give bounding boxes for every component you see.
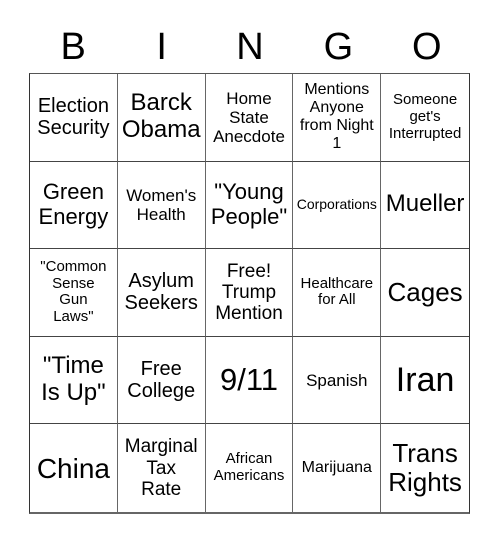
cell-text: Cages [387, 276, 463, 307]
cell-text: Someone get's Interrupted [388, 91, 462, 142]
bingo-cell[interactable]: Barck Obama [117, 74, 206, 162]
bingo-cell[interactable]: China [30, 424, 118, 512]
bingo-cell[interactable]: Healthcare for All [293, 249, 382, 337]
bingo-board: Election Security Barck Obama Home State… [29, 73, 470, 514]
cell-text: Marijuana [301, 459, 372, 477]
cell-text: "Common Sense Gun Laws" [40, 257, 107, 326]
bingo-cell[interactable]: Green Energy [30, 161, 118, 250]
bingo-header: B I N G O [29, 22, 471, 72]
bingo-cell[interactable]: Someone get's Interrupted [381, 74, 469, 162]
bingo-cell[interactable]: "Time Is Up" [30, 336, 118, 425]
bingo-cell[interactable]: Mentions Anyone from Night 1 [293, 74, 382, 162]
cell-text: China [36, 452, 110, 484]
cell-text: "Young People" [210, 179, 288, 229]
cell-text: Green Energy [38, 179, 109, 229]
bingo-cell[interactable]: "Common Sense Gun Laws" [30, 249, 118, 337]
cell-text: Marginal Tax Rate [124, 436, 198, 500]
bingo-cell[interactable]: Women's Health [117, 161, 206, 250]
cell-text: 9/11 [219, 361, 279, 397]
cell-text: Women's Health [126, 185, 197, 224]
header-letter-i: I [156, 26, 167, 68]
cell-text: Free! Trump Mention [215, 260, 283, 325]
header-letter-n: N [236, 26, 264, 68]
cell-text: Barck Obama [121, 89, 201, 144]
bingo-cell[interactable]: Marginal Tax Rate [118, 424, 206, 512]
header-letter-g: G [323, 26, 354, 68]
cell-text: Home State Anecdote [213, 88, 285, 146]
bingo-cell[interactable]: Home State Anecdote [205, 74, 294, 162]
bingo-cell[interactable]: Asylum Seekers [117, 249, 206, 337]
cell-text: African Americans [213, 450, 285, 485]
cell-text: Healthcare for All [300, 274, 374, 309]
cell-text: Election Security [37, 94, 110, 140]
cell-text: Corporations [296, 196, 377, 213]
cell-text: Spanish [306, 370, 368, 390]
cell-text: Mentions Anyone from Night 1 [299, 81, 374, 153]
bingo-cell[interactable]: Trans Rights [381, 424, 469, 512]
bingo-cell[interactable]: Corporations [293, 161, 382, 250]
bingo-cell[interactable]: Mueller [381, 162, 469, 250]
bingo-cell[interactable]: Iran [381, 337, 469, 425]
header-letter-b: B [60, 26, 86, 68]
cell-text: Trans Rights [388, 438, 462, 498]
cell-text: Iran [395, 361, 455, 400]
bingo-cell[interactable]: Election Security [30, 74, 118, 162]
cell-text: "Time Is Up" [41, 352, 106, 407]
bingo-cell[interactable]: Cages [381, 249, 469, 337]
bingo-cell[interactable]: Free! Trump Mention [205, 249, 294, 337]
cell-text: Free College [127, 357, 196, 403]
cell-text: Asylum Seekers [124, 270, 198, 315]
header-letter-o: O [412, 26, 442, 68]
bingo-cell[interactable]: "Young People" [205, 161, 294, 250]
bingo-cell[interactable]: African Americans [206, 424, 294, 512]
bingo-cell[interactable]: Marijuana [293, 424, 382, 512]
bingo-cell[interactable]: Spanish [293, 336, 382, 425]
bingo-cell[interactable]: 9/11 [205, 336, 294, 425]
cell-text: Mueller [385, 190, 465, 218]
bingo-cell[interactable]: Free College [117, 336, 206, 425]
